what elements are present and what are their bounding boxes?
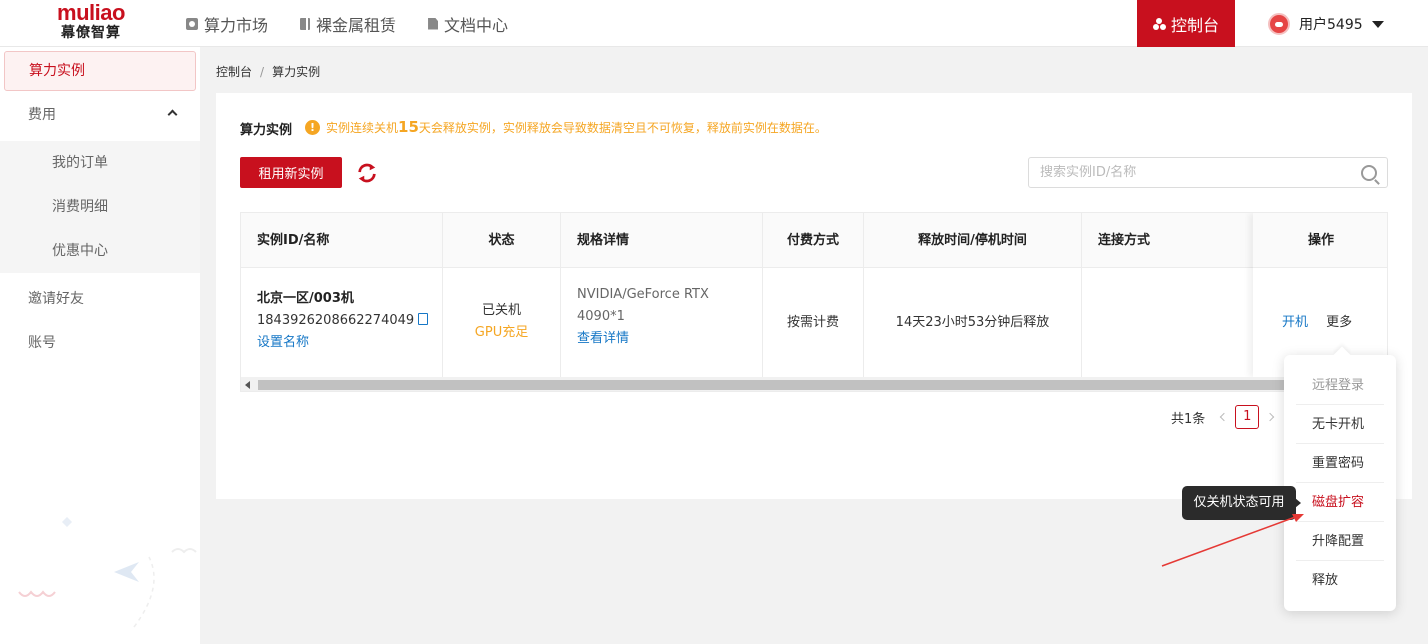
logo[interactable]: muliao 幕僚智算 — [48, 2, 134, 44]
rent-new-instance-button[interactable]: 租用新实例 — [240, 157, 342, 188]
breadcrumb-separator: / — [260, 65, 265, 79]
cell-billing: 按需计费 — [763, 268, 864, 377]
warning-text-pre: 实例连续关机 — [326, 120, 399, 135]
table-row: 北京一区/003机 1843926208662274049 设置名称 已关机 G… — [241, 268, 1387, 377]
breadcrumb-console[interactable]: 控制台 — [216, 65, 252, 79]
more-button[interactable]: 更多 — [1326, 315, 1352, 330]
cluster-icon — [1152, 17, 1166, 30]
view-details-link[interactable]: 查看详情 — [577, 328, 762, 350]
prev-page-icon[interactable] — [1220, 412, 1229, 422]
next-page-icon[interactable] — [1266, 412, 1275, 422]
console-label: 控制台 — [1170, 15, 1219, 35]
sidebar-item-billing[interactable]: 费用 — [0, 93, 200, 137]
cell-connect — [1082, 268, 1253, 377]
breadcrumb: 控制台 / 算力实例 — [216, 63, 320, 80]
instance-name: 北京一区/003机 — [257, 291, 354, 306]
gpu-status-badge: GPU充足 — [474, 325, 529, 340]
search-box — [1028, 157, 1388, 188]
nav-compute-market[interactable]: 算力市场 — [186, 12, 268, 36]
cell-spec: NVIDIA/GeForce RTX 4090*1 查看详情 — [561, 268, 763, 377]
instance-id: 1843926208662274049 — [257, 313, 415, 328]
user-menu[interactable]: 用户5495 — [1268, 12, 1384, 36]
cell-release: 14天23小时53分钟后释放 — [864, 268, 1082, 377]
breadcrumb-current: 算力实例 — [272, 65, 321, 79]
col-header-billing: 付费方式 — [763, 213, 864, 268]
warning-text-post: 天会释放实例，实例释放会导致数据清空且不可恢复，释放前实例在数据在。 — [418, 120, 827, 135]
scrollbar-thumb[interactable] — [258, 380, 1378, 390]
col-header-spec: 规格详情 — [561, 213, 763, 268]
menu-item-reset-password[interactable]: 重置密码 — [1296, 444, 1384, 483]
sidebar-item-account[interactable]: 账号 — [0, 321, 200, 365]
console-button[interactable]: 控制台 — [1137, 0, 1235, 47]
avatar — [1268, 13, 1290, 35]
nav-bare-metal[interactable]: 裸金属租赁 — [300, 12, 396, 36]
logo-text-cn: 幕僚智算 — [61, 25, 121, 41]
sidebar-item-instances[interactable]: 算力实例 — [4, 51, 196, 91]
sidebar-item-consumption[interactable]: 消费明细 — [0, 185, 200, 229]
col-header-connect: 连接方式 — [1098, 233, 1151, 248]
logo-text-en: muliao — [57, 0, 125, 25]
chevron-up-icon — [167, 109, 178, 120]
search-input[interactable] — [1029, 158, 1339, 187]
sidebar-item-orders[interactable]: 我的订单 — [0, 141, 200, 185]
start-button[interactable]: 开机 — [1282, 315, 1308, 330]
page-title: 算力实例 — [240, 123, 293, 138]
decoration-illustration — [18, 517, 197, 628]
fixed-actions-column: 操作 开机 更多 — [1253, 213, 1387, 377]
copy-icon[interactable] — [418, 313, 429, 325]
top-nav: 算力市场 裸金属租赁 文档中心 — [186, 0, 540, 47]
caret-down-icon — [1371, 20, 1384, 28]
server-icon — [300, 17, 311, 30]
spec-line-1: NVIDIA/GeForce RTX — [577, 287, 709, 302]
page-number[interactable]: 1 — [1235, 405, 1260, 429]
camera-icon — [186, 17, 198, 30]
col-header-release: 释放时间/停机时间 — [864, 213, 1082, 268]
nav-label: 裸金属租赁 — [316, 15, 397, 35]
scroll-left-icon[interactable] — [245, 381, 250, 389]
cell-status: 已关机 GPU充足 — [443, 268, 561, 377]
instances-card: 算力实例 ! 实例连续关机 15 天会释放实例，实例释放会导致数据清空且不可恢复，释… — [216, 93, 1412, 499]
col-header-status: 状态 — [443, 213, 561, 268]
instances-table: 实例ID/名称 状态 规格详情 付费方式 释放时间/停机时间 连接方式 北京一区… — [240, 212, 1388, 392]
nav-label: 算力市场 — [204, 15, 269, 35]
menu-item-gpuless-start[interactable]: 无卡开机 — [1296, 405, 1384, 444]
warning-days: 15 — [398, 118, 419, 136]
cell-instance: 北京一区/003机 1843926208662274049 设置名称 — [241, 268, 443, 377]
horizontal-scrollbar[interactable] — [241, 377, 1387, 391]
spec-line-2: 4090*1 — [577, 309, 625, 324]
col-header-id: 实例ID/名称 — [241, 213, 443, 268]
more-actions-menu: 远程登录 无卡开机 重置密码 磁盘扩容 升降配置 释放 — [1284, 355, 1396, 611]
username: 用户5495 — [1299, 17, 1363, 33]
menu-item-remote-login[interactable]: 远程登录 — [1296, 366, 1384, 405]
set-name-link[interactable]: 设置名称 — [257, 332, 442, 354]
sidebar: 算力实例 费用 我的订单 消费明细 优惠中心 邀请好友 账号 — [0, 47, 200, 644]
release-warning: ! 实例连续关机 15 天会释放实例，实例释放会导致数据清空且不可恢复，释放前实例在… — [305, 118, 827, 136]
document-icon — [428, 17, 439, 30]
search-icon[interactable] — [1361, 165, 1377, 181]
sidebar-item-label: 费用 — [28, 107, 56, 123]
sidebar-item-invite[interactable]: 邀请好友 — [0, 277, 200, 321]
pagination: 共1条 1 — [1171, 405, 1281, 429]
col-header-actions: 操作 — [1253, 213, 1387, 268]
status-text: 已关机 — [481, 303, 521, 318]
sidebar-item-coupons[interactable]: 优惠中心 — [0, 229, 200, 273]
instance-id-line: 1843926208662274049 — [257, 310, 442, 332]
annotation-arrow-icon — [1161, 514, 1304, 567]
nav-docs[interactable]: 文档中心 — [428, 12, 508, 36]
table-header: 实例ID/名称 状态 规格详情 付费方式 释放时间/停机时间 连接方式 — [241, 213, 1387, 268]
total-count: 共1条 — [1171, 411, 1206, 427]
warning-icon: ! — [305, 119, 320, 135]
refresh-icon[interactable] — [356, 162, 378, 184]
nav-label: 文档中心 — [444, 15, 509, 35]
top-bar: muliao 幕僚智算 算力市场 裸金属租赁 文档中心 控制台 用户5495 — [0, 0, 1428, 47]
